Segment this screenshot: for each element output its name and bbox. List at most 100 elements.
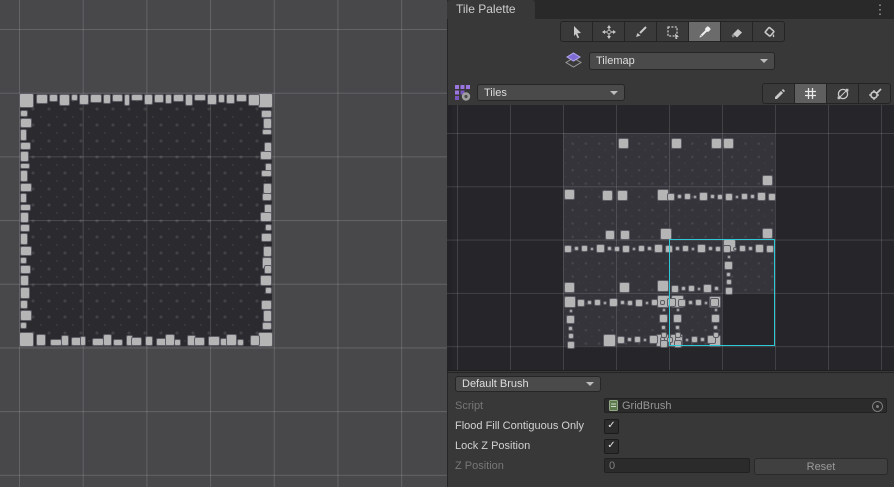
kebab-menu-icon[interactable]: ⋮ [872, 1, 888, 18]
palette-tile [735, 195, 739, 199]
tilemap-toolbar [560, 21, 785, 42]
flood-fill-checkbox[interactable]: ✓ [604, 419, 619, 434]
palette-tile [605, 230, 615, 240]
chevron-down-icon [586, 382, 594, 386]
grid-toggle-button[interactable] [795, 84, 827, 103]
wall-tile [59, 94, 70, 106]
wall-tile [20, 204, 31, 211]
gear-pencil-icon [868, 87, 882, 101]
wall-tile [262, 322, 272, 330]
brush-dropdown[interactable]: Default Brush [455, 376, 601, 392]
palette-tile [693, 195, 697, 199]
wall-tile [20, 183, 32, 192]
palette-tile [725, 193, 733, 201]
wall-tile [261, 110, 272, 118]
eyedropper-icon [698, 25, 712, 39]
z-position-value: 0 [609, 460, 615, 472]
palette-tile [654, 244, 663, 253]
active-tilemap-dropdown[interactable]: Tilemap [589, 52, 775, 70]
wall-tile [218, 94, 225, 103]
wall-tile [20, 233, 28, 245]
z-position-field[interactable]: 0 [604, 458, 750, 473]
wall-tile [79, 94, 89, 105]
palette-tile [568, 333, 574, 339]
wall-tile [20, 163, 30, 169]
gizmo-sphere-icon [836, 87, 850, 101]
select-tool-button[interactable] [561, 22, 593, 41]
brush-settings-button[interactable] [859, 84, 890, 103]
palette-tile [614, 246, 620, 252]
chevron-down-icon [610, 91, 618, 95]
erase-tool-button[interactable] [721, 22, 753, 41]
wall-tile [262, 129, 272, 135]
pick-tool-button[interactable] [689, 22, 721, 41]
chevron-down-icon [760, 59, 768, 63]
palette-tile [617, 190, 628, 201]
palette-tile [596, 244, 605, 253]
box-select-icon [666, 25, 680, 39]
palette-tile [568, 326, 573, 331]
palette-tile [577, 299, 585, 307]
palette-tile [711, 138, 722, 149]
move-tool-button[interactable] [593, 22, 625, 41]
palette-tile [587, 300, 592, 305]
wall-tile [165, 94, 172, 104]
wall-tile [20, 170, 28, 182]
scene-viewport[interactable] [0, 0, 447, 487]
gizmos-toggle-button[interactable] [827, 84, 859, 103]
palette-tile [671, 138, 682, 149]
wall-tile [226, 334, 237, 346]
reset-button[interactable]: Reset [754, 458, 888, 475]
edit-palette-button[interactable] [763, 84, 795, 103]
wall-tile [145, 336, 153, 346]
palette-tile [643, 338, 647, 342]
palette-tile [564, 245, 572, 253]
palette-tile [627, 300, 633, 306]
palette-tile [569, 309, 573, 313]
palette-tile [622, 245, 630, 253]
wall-tile [248, 94, 260, 106]
script-object-field[interactable]: GridBrush [604, 398, 887, 413]
wall-tile [131, 94, 143, 101]
wall-tile [20, 246, 32, 256]
script-value: GridBrush [622, 400, 672, 412]
flood-fill-tool-button[interactable] [753, 22, 784, 41]
tilemap-layers-icon [564, 52, 583, 69]
lock-z-checkbox[interactable]: ✓ [604, 439, 619, 454]
paint-tool-button[interactable] [625, 22, 657, 41]
palette-tile [723, 138, 734, 149]
palette-tile [634, 336, 641, 343]
palette-tile [657, 280, 669, 292]
wall-tile [20, 322, 27, 329]
wall-tile [20, 265, 31, 274]
tab-tile-palette[interactable]: Tile Palette [447, 0, 535, 19]
palette-dropdown[interactable]: Tiles [477, 84, 625, 101]
wall-tile [20, 212, 29, 223]
wall-tile [20, 142, 31, 150]
palette-tile [627, 337, 632, 342]
wall-tile [36, 334, 46, 346]
palette-viewport[interactable] [447, 105, 894, 371]
scene-grid-lines [0, 0, 447, 487]
object-picker-icon[interactable] [872, 401, 883, 412]
z-position-label: Z Position [455, 460, 504, 472]
palette-tile [717, 194, 723, 200]
wall-tile [261, 170, 272, 177]
wall-tile [20, 193, 27, 203]
palette-toggle-group [762, 83, 891, 104]
palette-tile [619, 282, 630, 293]
wall-tile [173, 94, 184, 102]
palette-tile [762, 175, 773, 186]
wall-tile [124, 94, 130, 106]
wall-tile [20, 275, 29, 286]
palette-tile [667, 193, 675, 201]
palette-tile [594, 299, 601, 306]
palette-tile [647, 246, 652, 251]
wall-tile [20, 118, 32, 128]
box-fill-tool-button[interactable] [657, 22, 689, 41]
wall-tile [258, 93, 273, 108]
wall-tile [236, 94, 247, 102]
wall-tile [263, 118, 272, 129]
palette-selection-box[interactable] [669, 239, 775, 346]
wall-tile [264, 265, 272, 274]
